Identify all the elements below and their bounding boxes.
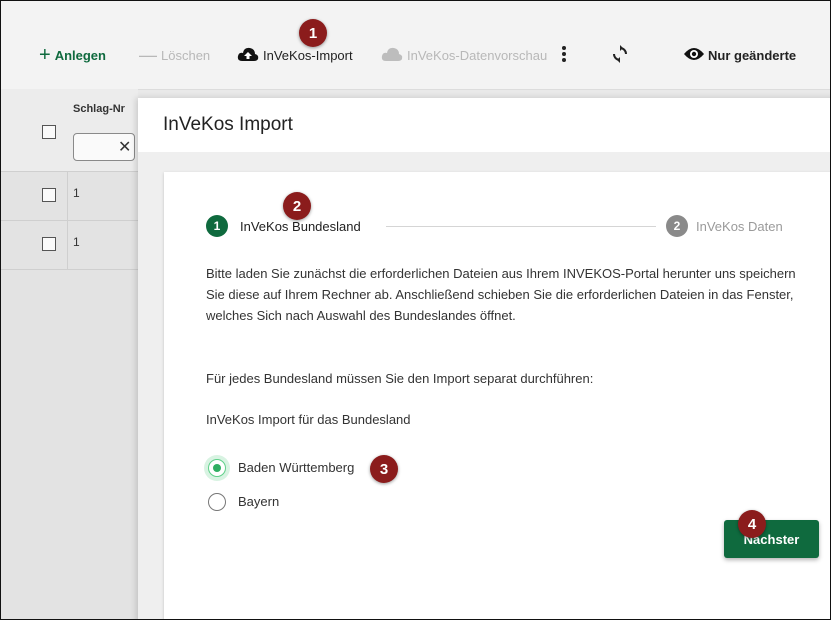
app-window: + Anlegen — Löschen InVeKos-Import InVeK… xyxy=(0,0,831,620)
row-value: 1 xyxy=(73,186,80,200)
changed-only-label: Nur geänderte xyxy=(708,47,797,63)
row-value: 1 xyxy=(73,235,80,249)
more-menu-button[interactable] xyxy=(561,45,567,65)
import-label: InVeKos-Import xyxy=(263,47,353,63)
radio-button[interactable] xyxy=(208,493,226,511)
radio-label[interactable]: Bayern xyxy=(238,494,279,509)
delete-button[interactable]: — Löschen xyxy=(139,45,210,65)
dialog-body: 1 InVeKos Bundesland 2 InVeKos Daten Bit… xyxy=(138,152,830,619)
minus-icon: — xyxy=(139,44,157,65)
stepper-card: 1 InVeKos Bundesland 2 InVeKos Daten Bit… xyxy=(164,172,830,619)
close-icon[interactable]: ✕ xyxy=(118,137,131,157)
step-connector xyxy=(386,226,656,227)
data-grid: Schlag-Nr ✕ 1 1 xyxy=(1,89,138,619)
create-button[interactable]: + Anlegen xyxy=(39,43,106,66)
row-checkbox[interactable] xyxy=(42,237,56,251)
separate-import-note: Für jedes Bundesland müssen Sie den Impo… xyxy=(206,371,594,386)
annotation-marker-1: 1 xyxy=(299,19,327,47)
dialog-title: InVeKos Import xyxy=(163,114,293,135)
create-label: Anlegen xyxy=(54,47,106,63)
cloud-upload-icon xyxy=(237,46,259,65)
step-1-indicator: 1 xyxy=(206,215,228,237)
column-header-schlag-nr[interactable]: Schlag-Nr xyxy=(73,103,125,115)
radio-label[interactable]: Baden Württemberg xyxy=(238,460,354,475)
step-2-label[interactable]: InVeKos Daten xyxy=(696,219,783,234)
more-vert-icon xyxy=(561,45,567,66)
changed-only-toggle[interactable]: Nur geänderte xyxy=(684,45,796,65)
toolbar: + Anlegen — Löschen InVeKos-Import InVeK… xyxy=(1,1,830,90)
annotation-marker-2: 2 xyxy=(283,192,311,220)
filter-input[interactable]: ✕ xyxy=(73,133,135,161)
preview-label: InVeKos-Datenvorschau xyxy=(407,47,547,63)
table-row[interactable]: 1 xyxy=(1,221,138,270)
refresh-button[interactable] xyxy=(611,44,629,66)
step-2-indicator: 2 xyxy=(666,215,688,237)
radio-button-selected[interactable] xyxy=(208,459,226,477)
table-row[interactable]: 1 xyxy=(1,172,138,221)
delete-label: Löschen xyxy=(161,47,211,63)
row-checkbox[interactable] xyxy=(42,188,56,202)
step-1-label[interactable]: InVeKos Bundesland xyxy=(240,219,361,234)
preview-button[interactable]: InVeKos-Datenvorschau xyxy=(381,45,547,65)
annotation-marker-3: 3 xyxy=(370,455,398,483)
refresh-icon xyxy=(611,44,629,66)
grid-header: Schlag-Nr ✕ xyxy=(1,89,138,172)
select-all-checkbox[interactable] xyxy=(42,125,56,139)
eye-icon xyxy=(684,47,704,64)
state-select-label: InVeKos Import für das Bundesland xyxy=(206,412,411,427)
import-dialog: InVeKos Import 1 InVeKos Bundesland 2 In… xyxy=(138,98,830,619)
instructions-text: Bitte laden Sie zunächst die erforderlic… xyxy=(206,266,796,323)
annotation-marker-4: 4 xyxy=(738,510,766,538)
cloud-icon xyxy=(381,46,403,65)
plus-icon: + xyxy=(39,43,51,66)
import-button[interactable]: InVeKos-Import xyxy=(237,45,353,65)
